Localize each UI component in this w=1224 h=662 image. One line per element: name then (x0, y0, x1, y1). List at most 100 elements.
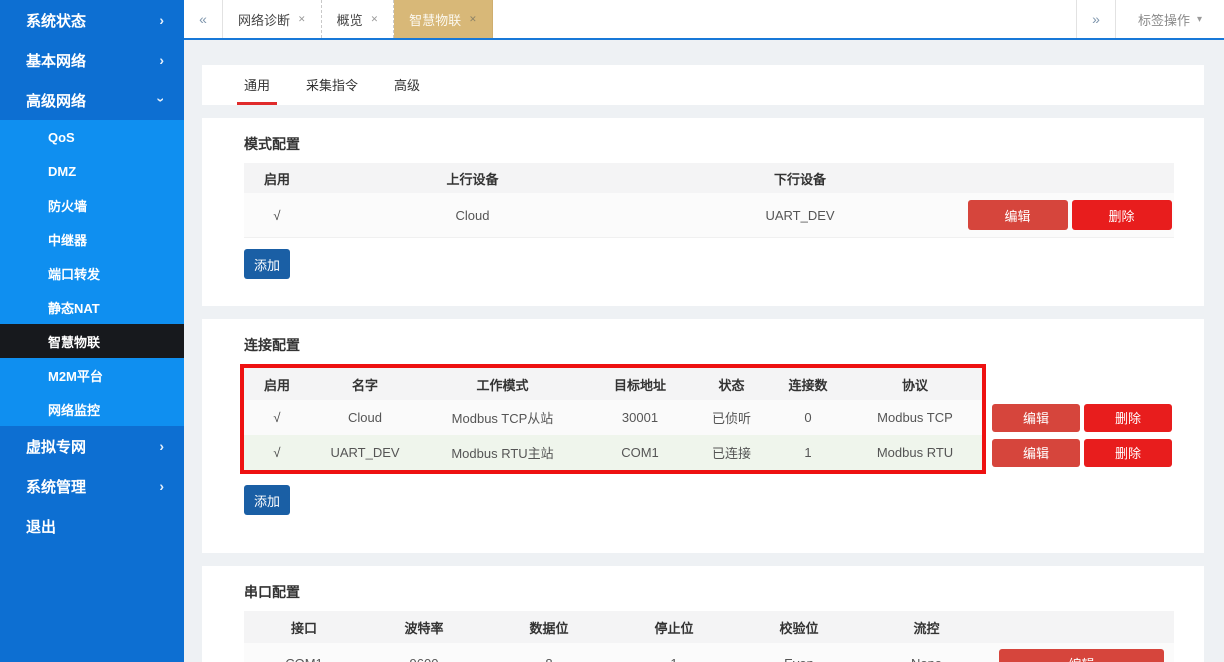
column-header: 下行设备 (635, 163, 965, 193)
edit-button[interactable]: 编辑 (992, 438, 1080, 467)
sidebar-item-label: 高级网络 (26, 92, 87, 110)
add-button[interactable]: 添加 (244, 249, 290, 279)
collapse-tabs-left-button[interactable]: « (184, 0, 223, 38)
sidebar-item-m2m-platform[interactable]: M2M平台 (0, 358, 184, 392)
column-header: 接口 (244, 611, 364, 643)
tab-label: 概览 (336, 12, 363, 28)
table-header-row: 接口 波特率 数据位 停止位 校验位 流控 (244, 611, 1174, 643)
sidebar-item-basic-network[interactable]: 基本网络 › (0, 40, 184, 80)
dropdown-label: 标签操作 (1137, 12, 1190, 28)
sidebar-item-qos[interactable]: QoS (0, 120, 184, 154)
row-actions: 编辑 删除 (992, 400, 1172, 435)
connection-config-section: 连接配置 启用 名字 工作模式 目标地址 状态 连接数 协议 √ Cloud M… (202, 319, 1204, 553)
table-row: √ Cloud Modbus TCP从站 30001 已侦听 0 Modbus … (244, 400, 982, 435)
sidebar-item-static-nat[interactable]: 静态NAT (0, 290, 184, 324)
edit-button[interactable]: 编辑 (967, 200, 1068, 230)
cell-name: UART_DEV (310, 435, 420, 470)
table-row: √ Cloud UART_DEV 编辑 删除 (244, 193, 1174, 238)
tab-advanced[interactable]: 高级 (394, 75, 420, 105)
sidebar-item-system-status[interactable]: 系统状态 › (0, 0, 184, 40)
sidebar-item-label: 网络监控 (48, 402, 101, 418)
chevron-down-icon: › (153, 97, 170, 103)
tab-label: 通用 (244, 78, 271, 93)
cell-work-mode: Modbus TCP从站 (420, 400, 585, 435)
tab-smart-iot[interactable]: 智慧物联 ✕ (394, 0, 493, 38)
sidebar-item-label: 基本网络 (26, 52, 87, 70)
column-header: 启用 (244, 163, 310, 193)
cell-status: 已连接 (695, 435, 768, 470)
sidebar-item-repeater[interactable]: 中继器 (0, 222, 184, 256)
delete-button[interactable]: 删除 (1084, 403, 1172, 432)
delete-button[interactable]: 删除 (1084, 438, 1172, 467)
tab-label: 网络诊断 (238, 12, 291, 28)
column-header: 工作模式 (420, 368, 585, 400)
sidebar-item-system-manage[interactable]: 系统管理 › (0, 466, 184, 506)
cell-flow-control: None (864, 643, 989, 662)
add-button[interactable]: 添加 (244, 485, 290, 515)
column-header: 波特率 (364, 611, 484, 643)
content-area: 通用 采集指令 高级 模式配置 启用 上行设备 下行设备 √ Cloud UAR… (184, 40, 1224, 662)
delete-button[interactable]: 删除 (1071, 200, 1172, 230)
sidebar-item-firewall[interactable]: 防火墙 (0, 188, 184, 222)
column-header: 状态 (695, 368, 768, 400)
serial-config-table: 接口 波特率 数据位 停止位 校验位 流控 COM1 9600 8 1 (244, 611, 1174, 662)
sidebar: 系统状态 › 基本网络 › 高级网络 › QoS DMZ 防火墙 中继器 端口转… (0, 0, 184, 662)
actions-header-spacer (992, 364, 1172, 400)
cell-actions: 编辑 (989, 643, 1174, 662)
close-icon[interactable]: ✕ (469, 14, 477, 25)
cell-down-device: UART_DEV (635, 193, 965, 238)
cell-target-address: COM1 (585, 435, 695, 470)
tab-label: 智慧物联 (409, 12, 462, 28)
sidebar-item-dmz[interactable]: DMZ (0, 154, 184, 188)
sidebar-item-logout[interactable]: 退出 (0, 506, 184, 546)
close-icon[interactable]: ✕ (371, 14, 379, 25)
cell-work-mode: Modbus RTU主站 (420, 435, 585, 470)
column-header: 连接数 (768, 368, 848, 400)
column-header: 数据位 (484, 611, 614, 643)
cell-protocol: Modbus RTU (848, 435, 982, 470)
main-area: « 网络诊断 ✕ 概览 ✕ 智慧物联 ✕ » 标签操作 ▾ 通用 采集指令 高级… (184, 0, 1224, 662)
edit-button[interactable]: 编辑 (992, 403, 1080, 432)
cell-parity: Even (734, 643, 864, 662)
cell-protocol: Modbus TCP (848, 400, 982, 435)
collapse-tabs-right-button[interactable]: » (1076, 0, 1116, 38)
column-header: 停止位 (614, 611, 734, 643)
caret-down-icon: ▾ (1196, 13, 1203, 25)
sidebar-submenu: QoS DMZ 防火墙 中继器 端口转发 静态NAT 智慧物联 M2M平台 网络… (0, 120, 184, 426)
cell-data-bits: 8 (484, 643, 614, 662)
sidebar-item-network-monitor[interactable]: 网络监控 (0, 392, 184, 426)
sidebar-item-label: 虚拟专网 (26, 438, 87, 456)
tab-collect-commands[interactable]: 采集指令 (306, 75, 358, 105)
sidebar-item-label: 智慧物联 (48, 334, 101, 350)
tab-network-diagnosis[interactable]: 网络诊断 ✕ (223, 0, 322, 38)
tab-general[interactable]: 通用 (236, 75, 278, 105)
tab-label: 采集指令 (306, 78, 359, 93)
sidebar-item-label: QoS (48, 129, 75, 145)
tab-actions-dropdown[interactable]: 标签操作 ▾ (1116, 0, 1224, 38)
sidebar-item-port-forward[interactable]: 端口转发 (0, 256, 184, 290)
cell-target-address: 30001 (585, 400, 695, 435)
sidebar-item-label: 静态NAT (48, 300, 100, 316)
sidebar-item-label: 防火墙 (48, 198, 88, 214)
mode-config-section: 模式配置 启用 上行设备 下行设备 √ Cloud UART_DEV 编辑 删除… (202, 118, 1204, 306)
chevron-right-icon: › (159, 438, 164, 454)
cell-connection-count: 0 (768, 400, 848, 435)
cell-connection-count: 1 (768, 435, 848, 470)
section-title: 连接配置 (244, 337, 300, 353)
sidebar-item-advanced-network[interactable]: 高级网络 › (0, 80, 184, 120)
tab-label: 高级 (394, 78, 421, 93)
close-icon[interactable]: ✕ (298, 14, 306, 25)
cell-interface: COM1 (244, 643, 364, 662)
cell-name: Cloud (310, 400, 420, 435)
connection-row-actions: 编辑 删除 编辑 删除 (992, 364, 1172, 474)
table-header-row: 启用 名字 工作模式 目标地址 状态 连接数 协议 (244, 368, 982, 400)
section-title: 模式配置 (244, 136, 300, 152)
sidebar-item-label: 系统管理 (26, 478, 87, 496)
sidebar-item-vpn[interactable]: 虚拟专网 › (0, 426, 184, 466)
tab-overview[interactable]: 概览 ✕ (322, 0, 395, 38)
table-header-row: 启用 上行设备 下行设备 (244, 163, 1174, 193)
edit-button[interactable]: 编辑 (999, 649, 1164, 662)
sidebar-item-smart-iot[interactable]: 智慧物联 (0, 324, 184, 358)
cell-status: 已侦听 (695, 400, 768, 435)
sidebar-item-label: 中继器 (48, 232, 88, 248)
